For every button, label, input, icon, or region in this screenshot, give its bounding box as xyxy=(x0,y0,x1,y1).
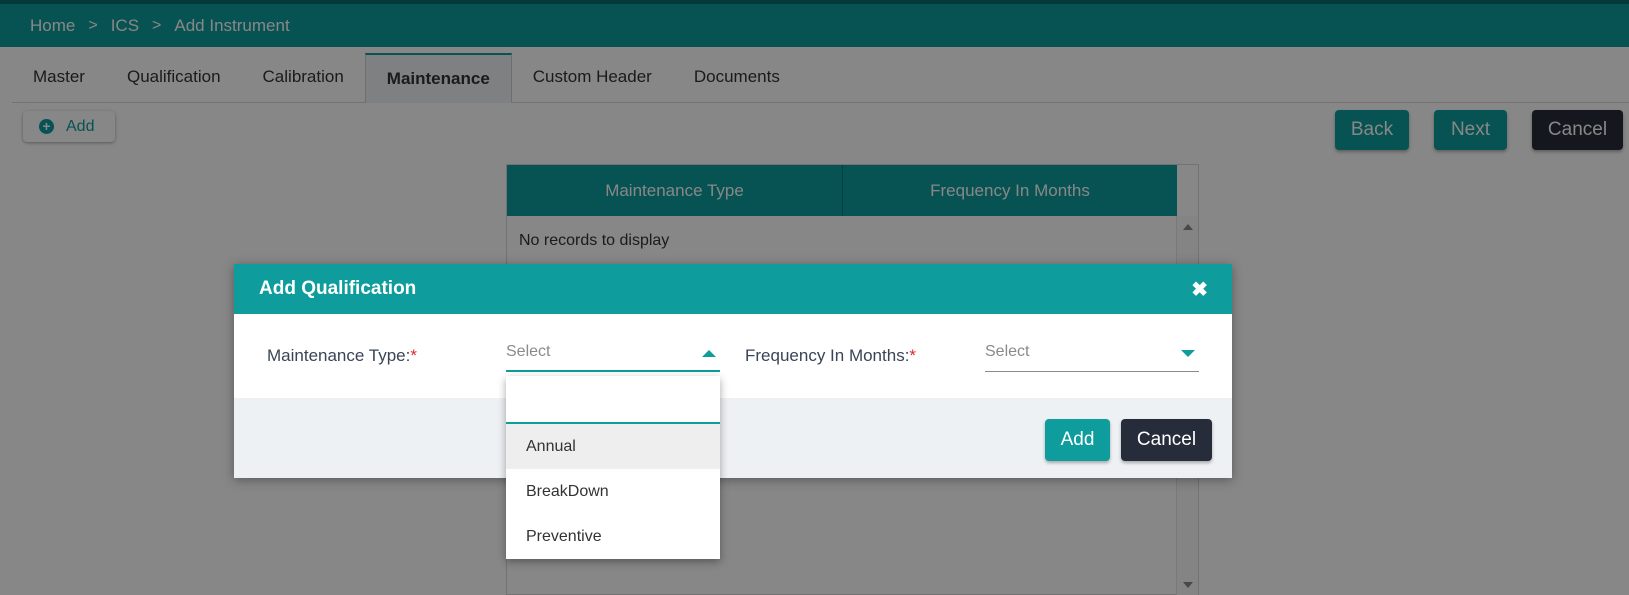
close-icon[interactable]: ✖ xyxy=(1191,277,1208,302)
maintenance-type-label: Maintenance Type:* xyxy=(267,346,417,366)
frequency-label-text: Frequency In Months: xyxy=(745,346,910,365)
caret-up-icon[interactable] xyxy=(702,350,716,357)
dropdown-search-input[interactable] xyxy=(506,376,720,424)
dialog-body: Maintenance Type:* Select Frequency In M… xyxy=(234,314,1232,398)
dropdown-option-breakdown[interactable]: BreakDown xyxy=(506,469,720,514)
required-marker: * xyxy=(909,346,917,365)
add-qualification-dialog: Add Qualification ✖ Maintenance Type:* S… xyxy=(234,264,1232,478)
frequency-label: Frequency In Months:* xyxy=(745,346,916,366)
required-marker: * xyxy=(410,346,417,365)
dialog-add-button[interactable]: Add xyxy=(1045,419,1110,461)
dialog-title: Add Qualification xyxy=(259,278,417,299)
maintenance-type-dropdown: Annual BreakDown Preventive xyxy=(506,376,720,559)
dropdown-option-preventive[interactable]: Preventive xyxy=(506,514,720,559)
dialog-header: Add Qualification ✖ xyxy=(234,264,1232,314)
maintenance-type-placeholder: Select xyxy=(506,343,551,360)
maintenance-type-label-text: Maintenance Type: xyxy=(267,346,411,365)
dialog-cancel-button[interactable]: Cancel xyxy=(1121,419,1212,461)
frequency-placeholder: Select xyxy=(985,343,1030,360)
caret-down-icon[interactable] xyxy=(1181,350,1195,357)
maintenance-type-select[interactable]: Select xyxy=(506,338,720,372)
frequency-select[interactable]: Select xyxy=(985,338,1199,372)
dialog-footer: Add Cancel xyxy=(234,398,1232,478)
dropdown-option-annual[interactable]: Annual xyxy=(506,424,720,469)
